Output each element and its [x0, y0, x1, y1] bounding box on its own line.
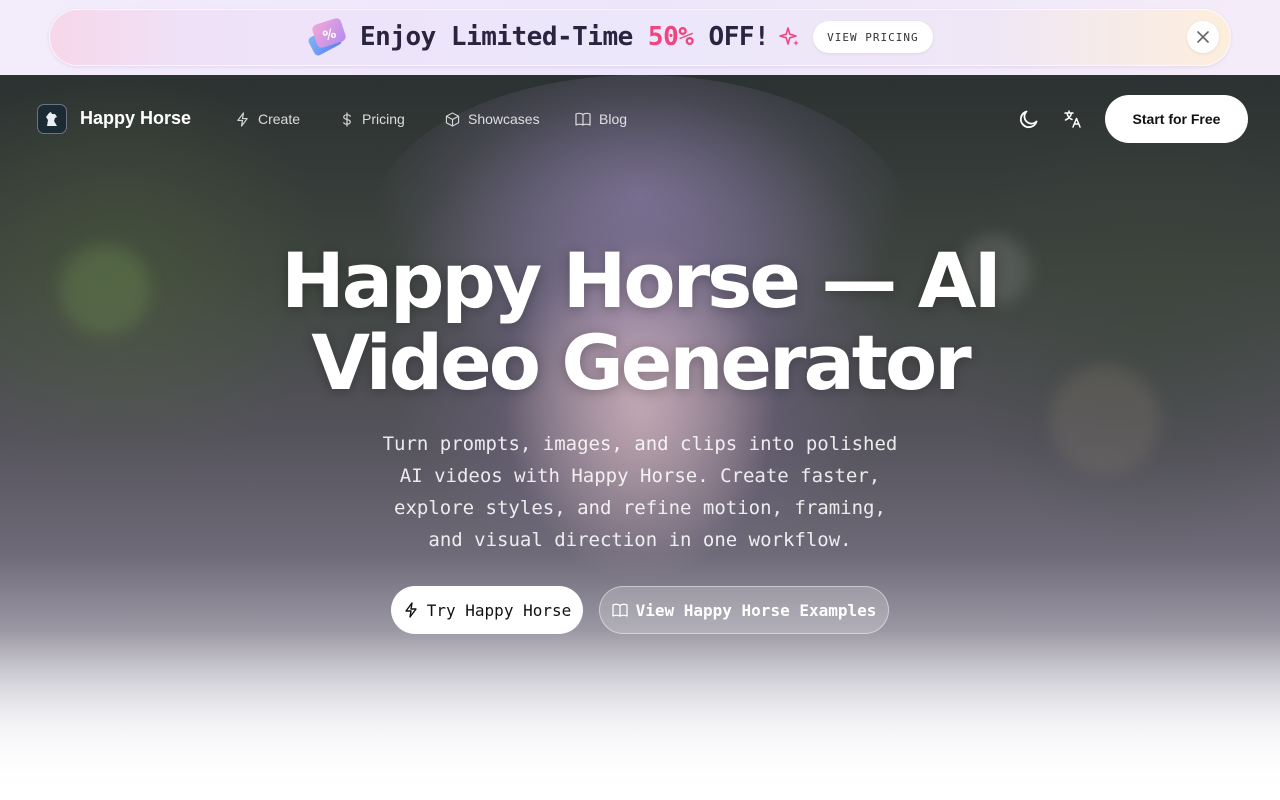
- top-nav: Happy Horse Create Pricing Showcases Blo…: [0, 75, 1280, 163]
- close-icon: [1197, 31, 1209, 43]
- promo-content: % Enjoy Limited-Time 50% OFF! VIEW PRICI…: [304, 15, 933, 59]
- book-icon: [575, 112, 591, 126]
- horse-logo-icon: [46, 112, 57, 126]
- try-happy-horse-label: Try Happy Horse: [426, 600, 572, 620]
- translate-icon: [1064, 110, 1081, 128]
- hero-subtitle: Turn prompts, images, and clips into pol…: [355, 428, 925, 556]
- promo-banner: % Enjoy Limited-Time 50% OFF! VIEW PRICI…: [0, 0, 1280, 75]
- lightning-icon: [237, 111, 248, 127]
- hero-fade: [0, 630, 1280, 800]
- nav-link-showcases[interactable]: Showcases: [445, 110, 540, 128]
- moon-icon: [1019, 110, 1038, 129]
- close-banner-button[interactable]: [1187, 21, 1219, 53]
- nav-link-label: Showcases: [468, 111, 540, 127]
- promo-text: Enjoy Limited-Time 50% OFF!: [360, 22, 770, 52]
- try-happy-horse-button[interactable]: Try Happy Horse: [391, 586, 583, 634]
- nav-link-label: Pricing: [362, 111, 405, 127]
- book-icon: [611, 603, 628, 617]
- hero-subtitle-line: Turn prompts, images, and clips into pol…: [382, 433, 898, 455]
- hero-title: Happy Horse — AI Video Generator: [240, 240, 1040, 404]
- promo-text-end: OFF!: [693, 22, 770, 52]
- nav-link-label: Create: [258, 111, 301, 127]
- hero-subtitle-line: and visual direction in one workflow.: [428, 529, 852, 551]
- start-for-free-button[interactable]: Start for Free: [1105, 95, 1248, 143]
- brand-logo[interactable]: [37, 104, 67, 134]
- dollar-icon: [343, 111, 351, 127]
- hero-subtitle-line: explore styles, and refine motion, frami…: [394, 497, 886, 519]
- hero-subtitle-line: AI videos with Happy Horse. Create faste…: [399, 465, 881, 487]
- promo-text-start: Enjoy Limited-Time: [360, 22, 648, 52]
- nav-link-pricing[interactable]: Pricing: [340, 110, 405, 128]
- hero-title-line: Happy Horse — AI: [281, 236, 1002, 325]
- language-button[interactable]: [1060, 106, 1086, 132]
- view-pricing-button[interactable]: VIEW PRICING: [813, 21, 933, 53]
- bokeh-light: [1050, 365, 1160, 475]
- nav-link-create[interactable]: Create: [235, 110, 300, 128]
- discount-ticket-icon: %: [308, 18, 346, 56]
- bokeh-light: [60, 245, 150, 335]
- promo-discount: 50%: [647, 22, 694, 52]
- view-examples-label: View Happy Horse Examples: [635, 600, 877, 620]
- hero-title-line: Video Generator: [311, 318, 972, 407]
- cta-row: Try Happy Horse View Happy Horse Example…: [0, 586, 1280, 634]
- brand-name[interactable]: Happy Horse: [80, 108, 191, 129]
- box-icon: [445, 111, 460, 127]
- nav-link-blog[interactable]: Blog: [575, 110, 627, 128]
- view-examples-button[interactable]: View Happy Horse Examples: [599, 586, 889, 634]
- sparkle-icon: [779, 27, 800, 46]
- lightning-icon: [405, 602, 417, 618]
- nav-link-label: Blog: [599, 111, 628, 127]
- theme-toggle-button[interactable]: [1016, 106, 1042, 132]
